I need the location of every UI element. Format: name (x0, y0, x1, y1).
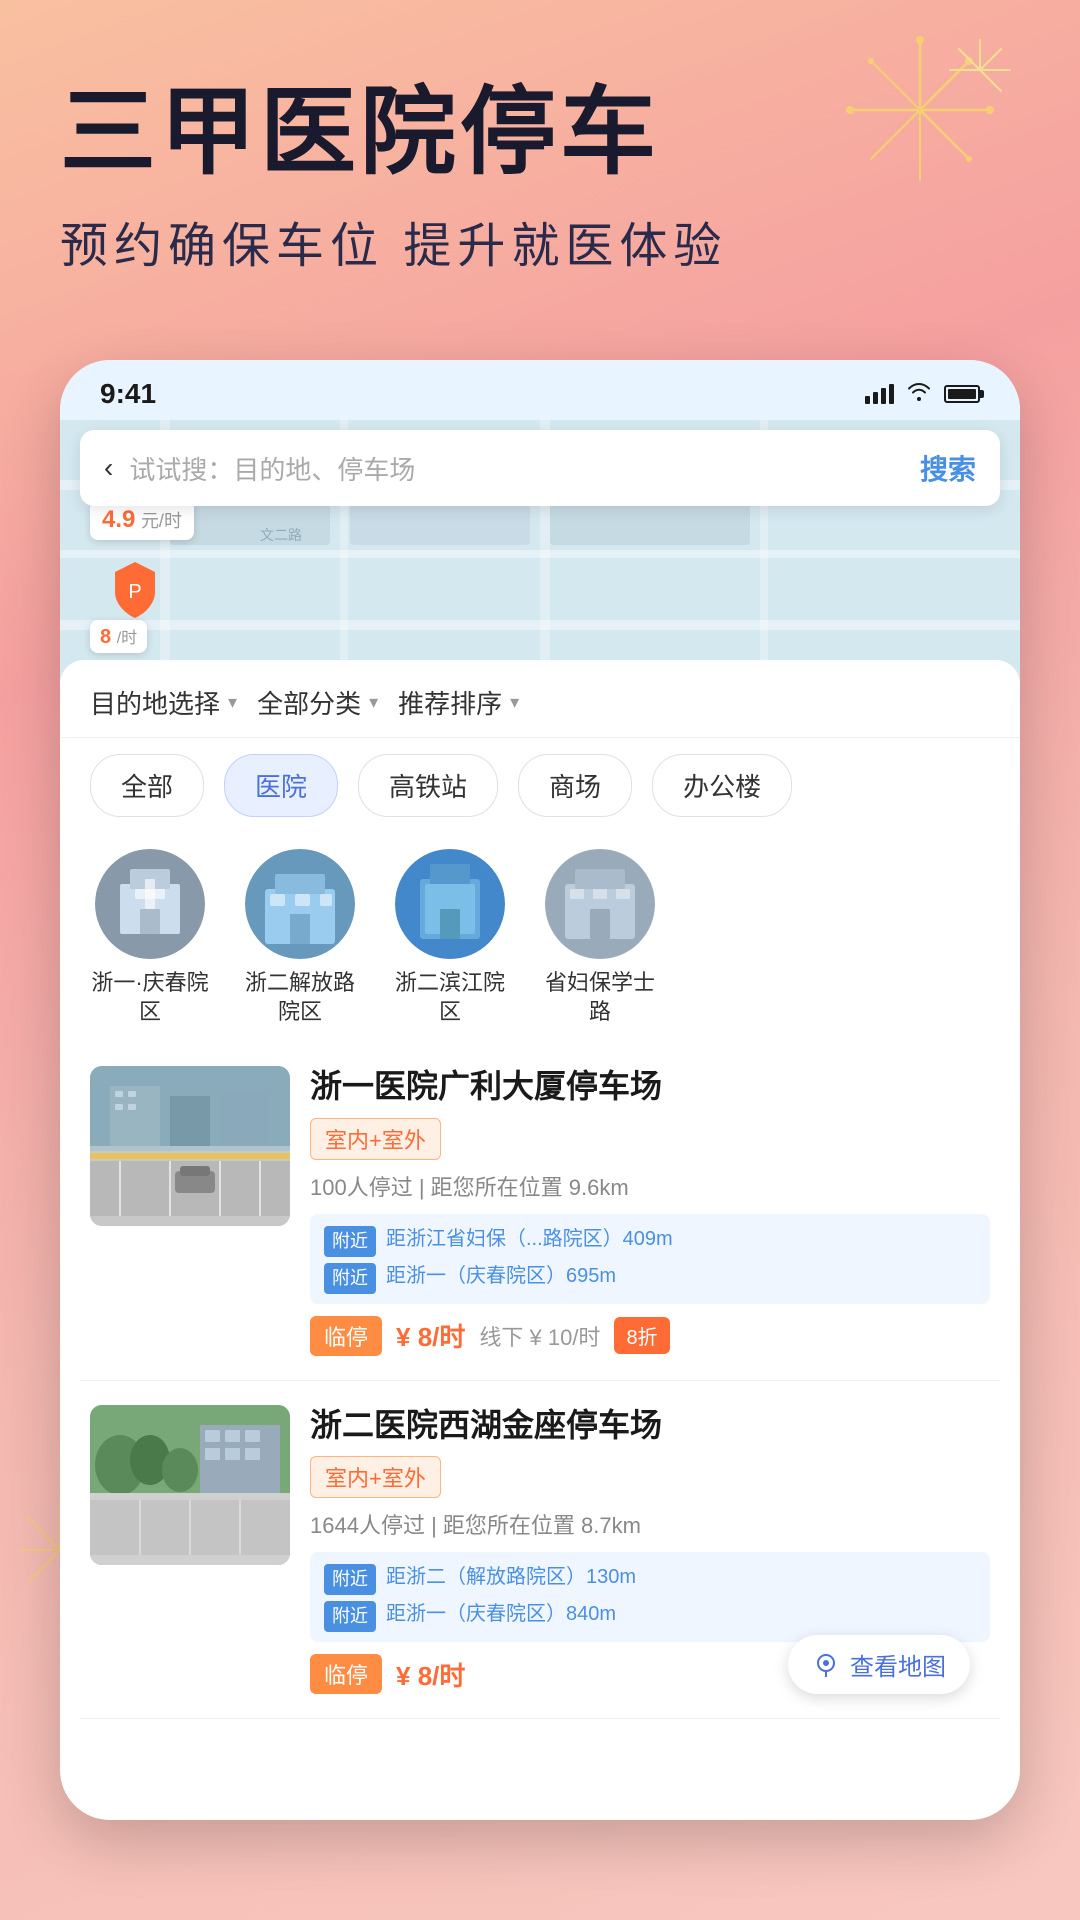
filter-destination[interactable]: 目的地选择 ▾ (90, 684, 237, 721)
nearby-badge-1: 附近 (324, 1226, 376, 1257)
map-price2-unit: /时 (117, 630, 137, 647)
map-view-label: 查看地图 (850, 1647, 946, 1682)
hospital-avatar-3 (395, 849, 505, 959)
hero-title: 三甲医院停车 (60, 80, 1020, 186)
parking-card-2[interactable]: 浙二医院西湖金座停车场 室内+室外 1644人停过 | 距您所在位置 8.7km… (80, 1381, 1000, 1720)
map-price-unit: 元/时 (141, 511, 182, 531)
tab-office[interactable]: 办公楼 (652, 754, 792, 817)
nearby-text-1b: 距浙一（庆春院区）695m (386, 1261, 616, 1291)
hospital-icons-row: 浙一·庆春院区 (60, 833, 1020, 1042)
map-view-button[interactable]: 查看地图 (788, 1635, 970, 1694)
hospital-name-1: 浙一·庆春院区 (90, 969, 210, 1026)
status-bar: 9:41 (60, 360, 1020, 420)
svg-text:P: P (128, 581, 141, 603)
type-badge-1: 室内+室外 (310, 1118, 441, 1160)
tab-hospital[interactable]: 医院 (224, 754, 338, 817)
map-price-tag-1[interactable]: 4.9 元/时 (90, 500, 194, 540)
chevron-down-icon-3: ▾ (510, 692, 519, 713)
svg-text:文二路: 文二路 (260, 527, 302, 543)
parking-card-1[interactable]: 浙一医院广利大厦停车场 室内+室外 100人停过 | 距您所在位置 9.6km … (80, 1042, 1000, 1381)
nearby-row-4: 附近 距浙一（庆春院区）840m (324, 1599, 976, 1632)
parking-image-1 (90, 1066, 290, 1226)
signal-icon (865, 384, 894, 404)
card-content-1: 浙一医院广利大厦停车场 室内+室外 100人停过 | 距您所在位置 9.6km … (310, 1066, 990, 1356)
background: 三甲医院停车 预约确保车位 提升就医体验 9:41 (0, 0, 1080, 1920)
status-time: 9:41 (100, 378, 156, 410)
wifi-icon (906, 381, 932, 407)
nearby-text-2a: 距浙二（解放路院区）130m (386, 1562, 636, 1592)
type-badge-2: 室内+室外 (310, 1456, 441, 1498)
filter-category[interactable]: 全部分类 ▾ (257, 684, 378, 721)
nearby-row-1: 附近 距浙江省妇保（...路院区）409m (324, 1224, 976, 1257)
hospital-avatar-4 (545, 849, 655, 959)
nearby-badge-4: 附近 (324, 1601, 376, 1632)
hospital-name-2: 浙二解放路院区 (240, 969, 360, 1026)
hospital-avatar-1 (95, 849, 205, 959)
phone-mockup: 9:41 (60, 360, 1020, 1820)
filter-category-label: 全部分类 (257, 684, 361, 721)
map-price-value: 4.9 (102, 506, 135, 533)
hospital-item-3[interactable]: 浙二滨江院区 (390, 849, 510, 1026)
filter-sort-label: 推荐排序 (398, 684, 502, 721)
category-tabs: 全部 医院 高铁站 商场 办公楼 (60, 738, 1020, 833)
content-panel: 目的地选择 ▾ 全部分类 ▾ 推荐排序 ▾ 全部 医院 高铁站 商场 办公楼 (60, 660, 1020, 1719)
nearby-badge-2: 附近 (324, 1263, 376, 1294)
search-bar[interactable]: ‹ 试试搜：目的地、停车场 搜索 (80, 430, 1000, 506)
hospital-name-4: 省妇保学士路 (540, 969, 660, 1026)
hospital-item-1[interactable]: 浙一·庆春院区 (90, 849, 210, 1026)
price-offline-1: 线下 ¥ 10/时 (479, 1320, 600, 1352)
back-button[interactable]: ‹ (104, 452, 113, 484)
card-stats-2: 1644人停过 | 距您所在位置 8.7km (310, 1508, 990, 1540)
map-price2-value: 8 (100, 626, 111, 648)
hospital-name-3: 浙二滨江院区 (390, 969, 510, 1026)
filter-sort[interactable]: 推荐排序 ▾ (398, 684, 519, 721)
parking-image-2 (90, 1405, 290, 1565)
card-title-1: 浙一医院广利大厦停车场 (310, 1066, 990, 1108)
discount-badge-1: 8折 (614, 1317, 669, 1354)
price-main-1: ¥ 8/时 (396, 1317, 465, 1354)
nearby-text-2b: 距浙一（庆春院区）840m (386, 1599, 616, 1629)
hero-section: 三甲医院停车 预约确保车位 提升就医体验 (60, 80, 1020, 276)
battery-icon (944, 385, 980, 403)
price-main-2: ¥ 8/时 (396, 1656, 465, 1693)
tab-all[interactable]: 全部 (90, 754, 204, 817)
search-input[interactable]: 试试搜：目的地、停车场 (129, 450, 920, 487)
chevron-down-icon-2: ▾ (369, 692, 378, 713)
tab-train[interactable]: 高铁站 (358, 754, 498, 817)
temp-badge-1: 临停 (310, 1316, 382, 1356)
parking-cards: 浙一医院广利大厦停车场 室内+室外 100人停过 | 距您所在位置 9.6km … (60, 1042, 1020, 1719)
hospital-avatar-2 (245, 849, 355, 959)
card-stats-1: 100人停过 | 距您所在位置 9.6km (310, 1170, 990, 1202)
price-row-1: 临停 ¥ 8/时 线下 ¥ 10/时 8折 (310, 1316, 990, 1356)
nearby-text-1a: 距浙江省妇保（...路院区）409m (386, 1224, 673, 1254)
hero-subtitle: 预约确保车位 提升就医体验 (60, 206, 1020, 276)
hospital-item-4[interactable]: 省妇保学士路 (540, 849, 660, 1026)
nearby-row-2: 附近 距浙一（庆春院区）695m (324, 1261, 976, 1294)
nearby-row-3: 附近 距浙二（解放路院区）130m (324, 1562, 976, 1595)
map-icon (812, 1651, 840, 1679)
map-shield-icon: P (110, 560, 160, 620)
status-icons (865, 381, 980, 407)
nearby-info-2: 附近 距浙二（解放路院区）130m 附近 距浙一（庆春院区）840m (310, 1552, 990, 1642)
filter-row: 目的地选择 ▾ 全部分类 ▾ 推荐排序 ▾ (60, 660, 1020, 738)
nearby-info-1: 附近 距浙江省妇保（...路院区）409m 附近 距浙一（庆春院区）695m (310, 1214, 990, 1304)
filter-destination-label: 目的地选择 (90, 684, 220, 721)
hospital-item-2[interactable]: 浙二解放路院区 (240, 849, 360, 1026)
nearby-badge-3: 附近 (324, 1564, 376, 1595)
chevron-down-icon: ▾ (228, 692, 237, 713)
search-button[interactable]: 搜索 (920, 448, 976, 488)
map-price-tag-2[interactable]: 8 /时 (90, 620, 147, 653)
map-area: 浙杭路 文二路 ‹ 试试搜：目的地、停车场 搜索 4.9 元/时 P (60, 420, 1020, 680)
temp-badge-2: 临停 (310, 1654, 382, 1694)
card-title-2: 浙二医院西湖金座停车场 (310, 1405, 990, 1447)
tab-mall[interactable]: 商场 (518, 754, 632, 817)
